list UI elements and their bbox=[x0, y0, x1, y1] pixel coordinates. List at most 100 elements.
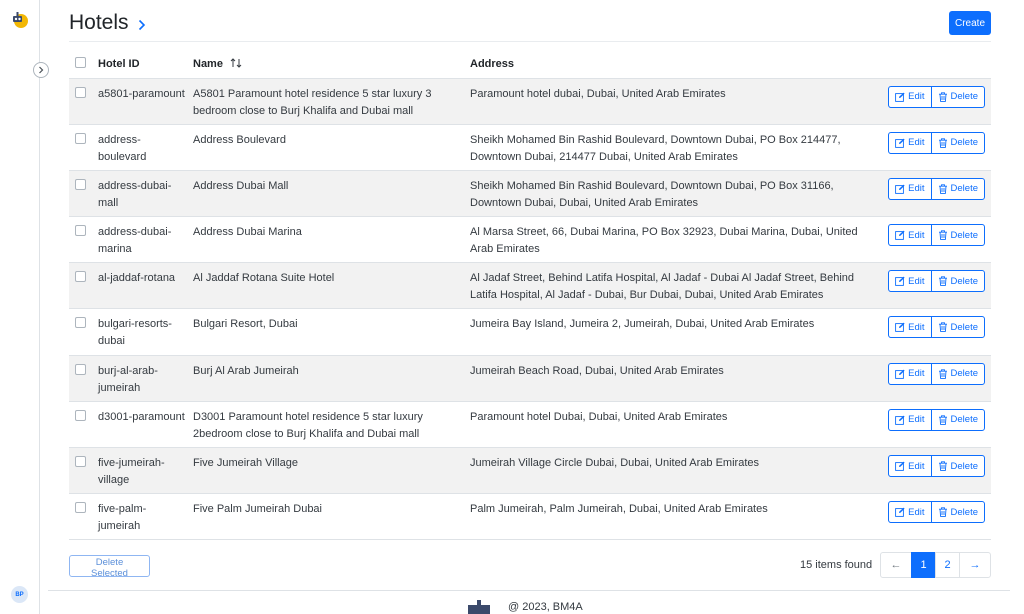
cell-name: Address Boulevard bbox=[193, 133, 286, 146]
cell-name: Five Palm Jumeirah Dubai bbox=[193, 503, 322, 516]
row-checkbox[interactable] bbox=[75, 317, 86, 329]
row-checkbox[interactable] bbox=[75, 456, 86, 467]
table-row[interactable]: address-dubai-mall Address Dubai Mall Shei… bbox=[69, 170, 991, 217]
edit-label: Edit bbox=[908, 275, 925, 287]
row-checkbox[interactable] bbox=[75, 271, 86, 283]
cell-address: Al Jadaf Street, Behind Latifa Hospital,… bbox=[470, 272, 855, 302]
chevron-right-icon[interactable] bbox=[137, 19, 147, 31]
edit-icon bbox=[895, 461, 905, 471]
table-row[interactable]: five-jumeirah-village Five Jumeirah Villa… bbox=[69, 447, 991, 494]
delete-button[interactable]: Delete bbox=[930, 270, 985, 293]
cell-address: Paramount hotel Dubai, Dubai, United Ara… bbox=[470, 410, 728, 423]
edit-label: Edit bbox=[908, 506, 925, 518]
delete-button[interactable]: Delete bbox=[930, 224, 985, 247]
edit-button[interactable]: Edit bbox=[888, 408, 932, 431]
edit-label: Edit bbox=[908, 321, 925, 333]
row-checkbox[interactable] bbox=[75, 502, 86, 514]
row-checkbox[interactable] bbox=[75, 363, 86, 375]
row-checkbox[interactable] bbox=[75, 178, 86, 190]
cell-name: Burj Al Arab Jumeirah bbox=[193, 364, 299, 377]
row-checkbox[interactable] bbox=[75, 86, 86, 98]
table-row[interactable]: five-palm-jumeirah Five Palm Jumeirah Dub… bbox=[69, 494, 991, 540]
edit-icon bbox=[895, 138, 905, 148]
trash-icon bbox=[938, 461, 947, 471]
delete-button[interactable]: Delete bbox=[930, 408, 985, 431]
delete-button[interactable]: Delete bbox=[930, 177, 985, 200]
table-row[interactable]: al-jaddaf-rotana Al Jaddaf Rotana Suite H… bbox=[69, 262, 991, 309]
delete-button[interactable]: Delete bbox=[930, 455, 985, 477]
cell-hotel-id: al-jaddaf-rotana bbox=[98, 272, 176, 285]
pagination-prev-button[interactable]: ← bbox=[880, 552, 912, 578]
row-actions: Edit Delete bbox=[888, 501, 985, 524]
edit-button[interactable]: Edit bbox=[888, 455, 932, 477]
trash-icon bbox=[938, 138, 947, 148]
avatar[interactable]: BP bbox=[11, 586, 28, 603]
column-header-name[interactable]: Name bbox=[193, 50, 470, 78]
pagination-page-2[interactable]: 2 bbox=[935, 552, 960, 578]
bot-logo-icon[interactable] bbox=[10, 10, 30, 30]
row-actions: Edit Delete bbox=[888, 177, 985, 200]
row-checkbox[interactable] bbox=[75, 132, 86, 144]
pagination-next-button[interactable]: → bbox=[959, 552, 991, 578]
delete-button[interactable]: Delete bbox=[930, 85, 985, 108]
table-row[interactable]: bulgari-resorts-dubai Bulgari Resort, Dub… bbox=[69, 309, 991, 356]
edit-button[interactable]: Edit bbox=[888, 131, 932, 154]
delete-button[interactable]: Delete bbox=[930, 316, 985, 339]
cell-name: Address Dubai Marina bbox=[193, 226, 302, 239]
create-button[interactable]: Create bbox=[949, 11, 991, 35]
delete-label: Delete bbox=[950, 183, 978, 195]
edit-button[interactable]: Edit bbox=[888, 270, 932, 293]
cell-hotel-id: address-boulevard bbox=[98, 133, 147, 163]
edit-icon bbox=[895, 184, 905, 194]
edit-button[interactable]: Edit bbox=[888, 316, 932, 339]
edit-icon bbox=[895, 230, 905, 240]
row-checkbox[interactable] bbox=[75, 225, 86, 237]
column-header-hotel-id[interactable]: Hotel ID bbox=[98, 50, 193, 78]
bm4a-logo-icon bbox=[468, 600, 490, 614]
cell-address: Sheikh Mohamed Bin Rashid Boulevard, Dow… bbox=[470, 179, 834, 209]
cell-address: Jumeirah Village Circle Dubai, Dubai, Un… bbox=[470, 457, 759, 469]
edit-icon bbox=[895, 276, 905, 287]
row-checkbox[interactable] bbox=[75, 409, 86, 421]
delete-button[interactable]: Delete bbox=[930, 131, 985, 154]
edit-button[interactable]: Edit bbox=[888, 177, 932, 200]
delete-label: Delete bbox=[950, 460, 978, 472]
table-row[interactable]: address-dubai-marina Address Dubai Marina… bbox=[69, 217, 991, 263]
select-all-checkbox[interactable] bbox=[75, 56, 86, 68]
trash-icon bbox=[938, 184, 947, 194]
edit-label: Edit bbox=[908, 229, 925, 241]
trash-icon bbox=[938, 91, 947, 102]
edit-button[interactable]: Edit bbox=[888, 85, 932, 108]
edit-button[interactable]: Edit bbox=[888, 362, 932, 385]
cell-hotel-id: burj-al-arab-jumeirah bbox=[98, 364, 158, 394]
trash-icon bbox=[938, 415, 947, 425]
pagination-page-1[interactable]: 1 bbox=[911, 552, 936, 578]
delete-label: Delete bbox=[950, 414, 978, 426]
delete-button[interactable]: Delete bbox=[930, 362, 985, 385]
table-header-row: Hotel ID Name Address bbox=[69, 50, 991, 78]
divider bbox=[69, 41, 991, 42]
table-row[interactable]: d3001-paramount D3001 Paramount hotel res… bbox=[69, 401, 991, 448]
delete-button[interactable]: Delete bbox=[930, 501, 985, 524]
table-row[interactable]: a5801-paramount A5801 Paramount hotel res… bbox=[69, 78, 991, 125]
cell-name: Five Jumeirah Village bbox=[193, 457, 298, 469]
row-actions: Edit Delete bbox=[888, 85, 985, 108]
trash-icon bbox=[938, 322, 947, 333]
cell-address: Jumeirah Beach Road, Dubai, United Arab … bbox=[470, 364, 724, 377]
table-row[interactable]: address-boulevard Address Boulevard Sheikh… bbox=[69, 124, 991, 171]
sort-icon[interactable] bbox=[230, 58, 242, 68]
chevron-right-icon bbox=[39, 66, 44, 74]
footer-text: @ 2023, BM4A bbox=[508, 601, 583, 613]
pagination: ← 1 2 → bbox=[880, 552, 991, 578]
edit-button[interactable]: Edit bbox=[888, 501, 932, 524]
cell-hotel-id: address-dubai-mall bbox=[98, 179, 172, 209]
trash-icon bbox=[938, 368, 947, 379]
sidebar-toggle-button[interactable] bbox=[33, 62, 49, 78]
edit-button[interactable]: Edit bbox=[888, 224, 932, 247]
cell-name: Address Dubai Mall bbox=[193, 179, 289, 192]
delete-selected-button[interactable]: Delete Selected bbox=[69, 555, 150, 579]
trash-icon bbox=[938, 230, 947, 240]
delete-label: Delete bbox=[950, 137, 978, 149]
column-header-address[interactable]: Address bbox=[470, 50, 882, 78]
table-row[interactable]: burj-al-arab-jumeirah Burj Al Arab Jumeir… bbox=[69, 355, 991, 402]
